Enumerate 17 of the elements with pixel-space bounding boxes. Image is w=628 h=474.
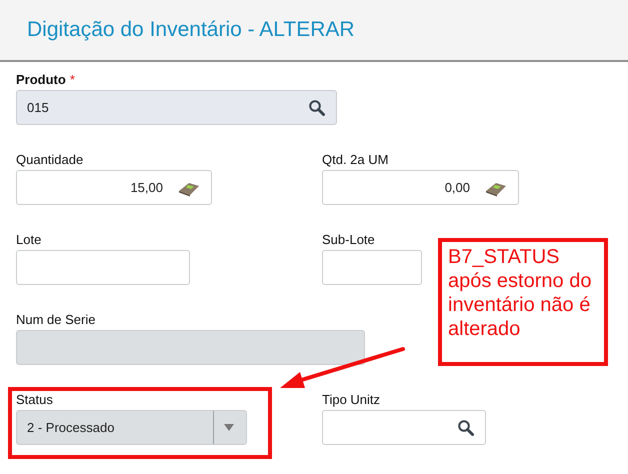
field-label: Num de Serie bbox=[16, 312, 96, 327]
input-field[interactable]: 15,00 bbox=[16, 170, 212, 205]
input-field[interactable] bbox=[16, 250, 190, 285]
field-label: Quantidade bbox=[16, 152, 84, 167]
search-icon[interactable] bbox=[457, 418, 475, 436]
input-field[interactable] bbox=[322, 250, 422, 285]
annotation-note: B7_STATUS após estorno do inventário não é alterado bbox=[438, 238, 608, 366]
input-field[interactable] bbox=[322, 410, 486, 445]
input-field[interactable]: 0,00 bbox=[322, 170, 519, 205]
field-label: Lote bbox=[16, 232, 42, 247]
field-label: Tipo Unitz bbox=[322, 392, 380, 407]
required-mark: * bbox=[70, 72, 75, 87]
field-label: Produto bbox=[16, 72, 66, 87]
field-label: Status bbox=[16, 392, 53, 407]
field-label: Qtd. 2a UM bbox=[322, 152, 388, 167]
field-label: Sub-Lote bbox=[322, 232, 375, 247]
page-title: Digitação do Inventário - ALTERAR bbox=[27, 18, 355, 42]
